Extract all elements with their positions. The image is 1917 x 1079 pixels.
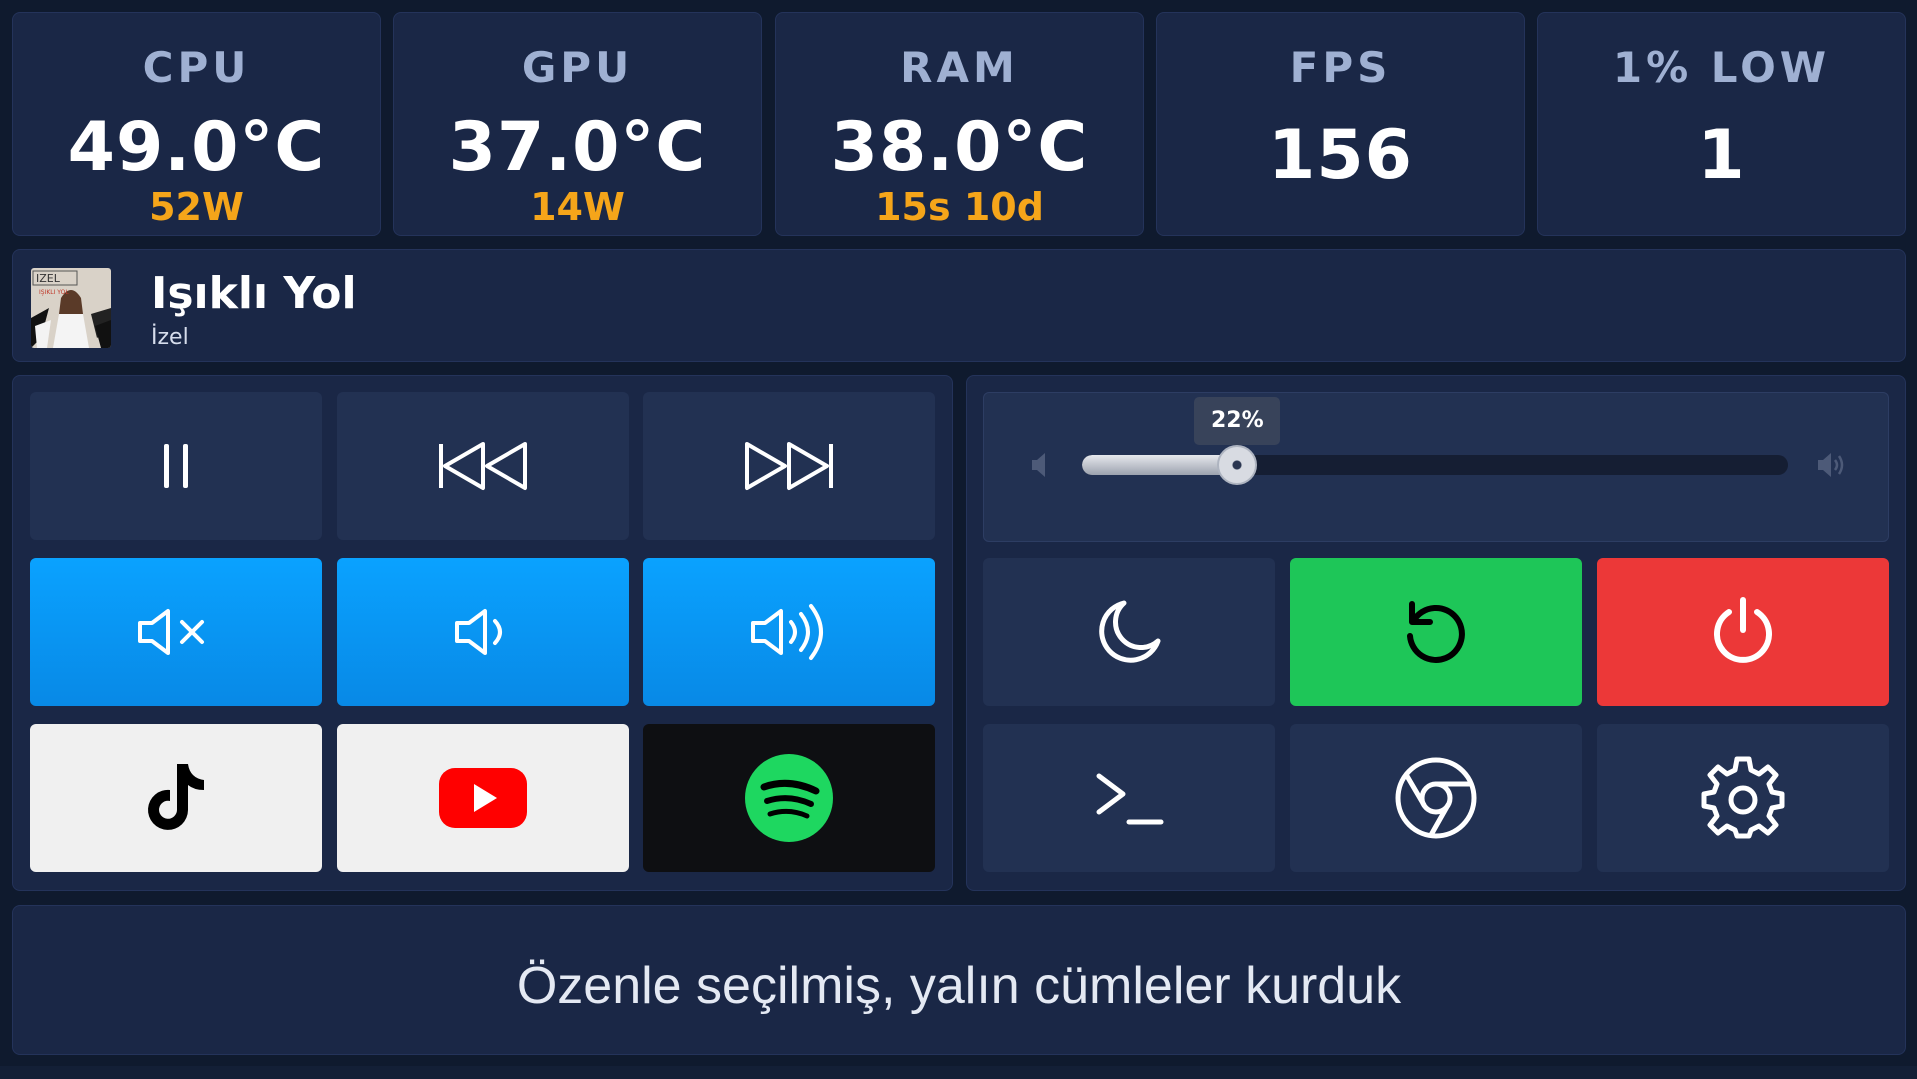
skip-forward-icon	[745, 442, 833, 490]
volume-mute-icon	[138, 609, 204, 655]
sleep-button[interactable]	[983, 558, 1275, 706]
chrome-icon	[1395, 757, 1477, 839]
tiktok-button[interactable]	[30, 724, 322, 872]
next-track-button[interactable]	[643, 392, 935, 540]
gpu-temperature: 37.0°C	[448, 108, 707, 187]
gear-icon	[1701, 756, 1785, 839]
volume-slider-thumb[interactable]	[1217, 445, 1258, 485]
shutdown-button[interactable]	[1597, 558, 1889, 706]
speaker-high-icon	[1818, 453, 1844, 477]
volume-slider-track[interactable]	[1082, 455, 1788, 475]
low-fps-stat-card: 1% LOW 1	[1537, 12, 1906, 236]
moon-icon	[1099, 600, 1161, 663]
fps-stat-card: FPS 156	[1156, 12, 1525, 236]
fps-value: 156	[1268, 116, 1413, 195]
power-icon	[1714, 597, 1772, 663]
volume-slider-fill	[1082, 455, 1238, 475]
pause-icon	[164, 444, 188, 488]
volume-slider-container: 22%	[983, 392, 1889, 542]
restart-button[interactable]	[1290, 558, 1582, 706]
previous-track-button[interactable]	[337, 392, 629, 540]
low-fps-value: 1	[1697, 116, 1746, 195]
cpu-label: CPU	[142, 43, 251, 92]
gpu-stat-card: GPU 37.0°C 14W	[393, 12, 762, 236]
restart-icon	[1407, 601, 1465, 663]
settings-button[interactable]	[1597, 724, 1889, 872]
tiktok-icon	[148, 764, 204, 830]
quote-text: Özenle seçilmiş, yalın cümleler kurduk	[516, 957, 1402, 1015]
volume-up-button[interactable]	[643, 558, 935, 706]
ram-temperature: 38.0°C	[830, 108, 1089, 187]
spotify-button[interactable]	[643, 724, 935, 872]
now-playing-bar: IZEL IŞIKLI YOL Işıklı Yol İzel	[12, 249, 1906, 362]
chrome-button[interactable]	[1290, 724, 1582, 872]
volume-down-button[interactable]	[337, 558, 629, 706]
terminal-icon	[1096, 773, 1164, 825]
spotify-icon	[745, 754, 833, 842]
album-art: IZEL IŞIKLI YOL	[31, 268, 111, 348]
mute-button[interactable]	[30, 558, 322, 706]
album-cover-image: IZEL IŞIKLI YOL	[31, 268, 111, 348]
track-title: Işıklı Yol	[151, 268, 357, 319]
youtube-button[interactable]	[337, 724, 629, 872]
volume-tooltip: 22%	[1194, 397, 1281, 445]
volume-low-icon	[455, 609, 502, 655]
quote-banner: Özenle seçilmiş, yalın cümleler kurduk	[12, 905, 1906, 1055]
ram-stat-card: RAM 38.0°C 15s 10d	[775, 12, 1144, 236]
ram-label: RAM	[900, 43, 1019, 92]
track-artist: İzel	[151, 325, 189, 350]
cpu-stat-card: CPU 49.0°C 52W	[12, 12, 381, 236]
youtube-icon	[439, 768, 527, 828]
ram-uptime: 15s 10d	[875, 185, 1044, 229]
speaker-low-icon	[1032, 453, 1045, 477]
svg-text:IZEL: IZEL	[36, 272, 61, 285]
svg-text:IŞIKLI YOL: IŞIKLI YOL	[39, 289, 69, 296]
low-fps-label: 1% LOW	[1612, 43, 1831, 92]
terminal-button[interactable]	[983, 724, 1275, 872]
volume-high-icon	[751, 604, 823, 660]
fps-label: FPS	[1289, 43, 1392, 92]
gpu-label: GPU	[521, 43, 634, 92]
pause-button[interactable]	[30, 392, 322, 540]
skip-back-icon	[439, 442, 527, 490]
bottom-divider	[0, 1066, 1917, 1079]
cpu-power: 52W	[149, 185, 244, 229]
gpu-power: 14W	[530, 185, 625, 229]
cpu-temperature: 49.0°C	[67, 108, 326, 187]
